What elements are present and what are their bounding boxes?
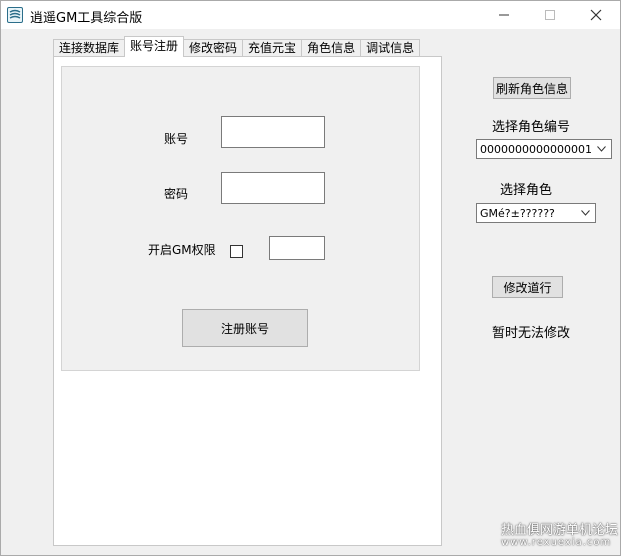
register-group-box: 账号 密码 开启GM权限 注册账号 bbox=[61, 66, 420, 371]
password-input[interactable] bbox=[221, 172, 325, 204]
status-text: 暂时无法修改 bbox=[492, 326, 571, 341]
close-button[interactable] bbox=[573, 1, 619, 29]
tab-account-register[interactable]: 账号注册 bbox=[124, 36, 185, 57]
modify-daoxing-button[interactable]: 修改道行 bbox=[492, 276, 563, 298]
gm-permission-label: 开启GM权限 bbox=[148, 243, 216, 257]
gm-level-input[interactable] bbox=[269, 236, 325, 260]
register-account-button[interactable]: 注册账号 bbox=[182, 309, 308, 347]
app-logo-icon bbox=[7, 7, 23, 23]
password-label: 密码 bbox=[164, 187, 189, 201]
minimize-button[interactable] bbox=[481, 1, 527, 29]
account-input[interactable] bbox=[221, 116, 325, 148]
window-title: 逍遥GM工具综合版 bbox=[30, 11, 143, 26]
gm-permission-checkbox[interactable] bbox=[230, 245, 243, 258]
minimize-icon bbox=[499, 14, 509, 16]
select-role-id-label: 选择角色编号 bbox=[492, 120, 571, 135]
chevron-down-icon bbox=[578, 206, 592, 220]
tab-connect-database[interactable]: 连接数据库 bbox=[53, 39, 126, 57]
tab-recharge-gold[interactable]: 充值元宝 bbox=[242, 39, 303, 57]
app-window: 逍遥GM工具综合版 连接数据库 账号注册 修改密码 充值元宝 角色信息 调试信息… bbox=[0, 0, 621, 556]
tab-change-password[interactable]: 修改密码 bbox=[183, 39, 244, 57]
tab-role-info[interactable]: 角色信息 bbox=[301, 39, 362, 57]
refresh-role-info-button[interactable]: 刷新角色信息 bbox=[493, 77, 571, 99]
chevron-down-icon bbox=[594, 142, 608, 156]
title-bar[interactable]: 逍遥GM工具综合版 bbox=[1, 1, 620, 29]
role-id-value: 0000000000000001 bbox=[480, 142, 592, 156]
close-icon bbox=[590, 9, 602, 21]
maximize-icon bbox=[545, 10, 555, 20]
role-id-select[interactable]: 0000000000000001 bbox=[476, 139, 612, 159]
account-label: 账号 bbox=[164, 132, 189, 146]
role-select[interactable]: GMé?±?????? bbox=[476, 203, 596, 223]
tab-strip: 连接数据库 账号注册 修改密码 充值元宝 角色信息 调试信息 bbox=[53, 36, 421, 57]
role-value: GMé?±?????? bbox=[480, 206, 555, 220]
tab-debug-info[interactable]: 调试信息 bbox=[360, 39, 421, 57]
select-role-label: 选择角色 bbox=[500, 183, 553, 198]
register-tab-panel: 账号 密码 开启GM权限 注册账号 bbox=[53, 56, 442, 546]
site-watermark: 热血俱网游单机论坛 www.rexuexia.com bbox=[501, 519, 618, 548]
maximize-button[interactable] bbox=[527, 1, 573, 29]
watermark-url: www.rexuexia.com bbox=[501, 537, 612, 548]
watermark-text: 热血俱网游单机论坛 bbox=[501, 523, 619, 538]
